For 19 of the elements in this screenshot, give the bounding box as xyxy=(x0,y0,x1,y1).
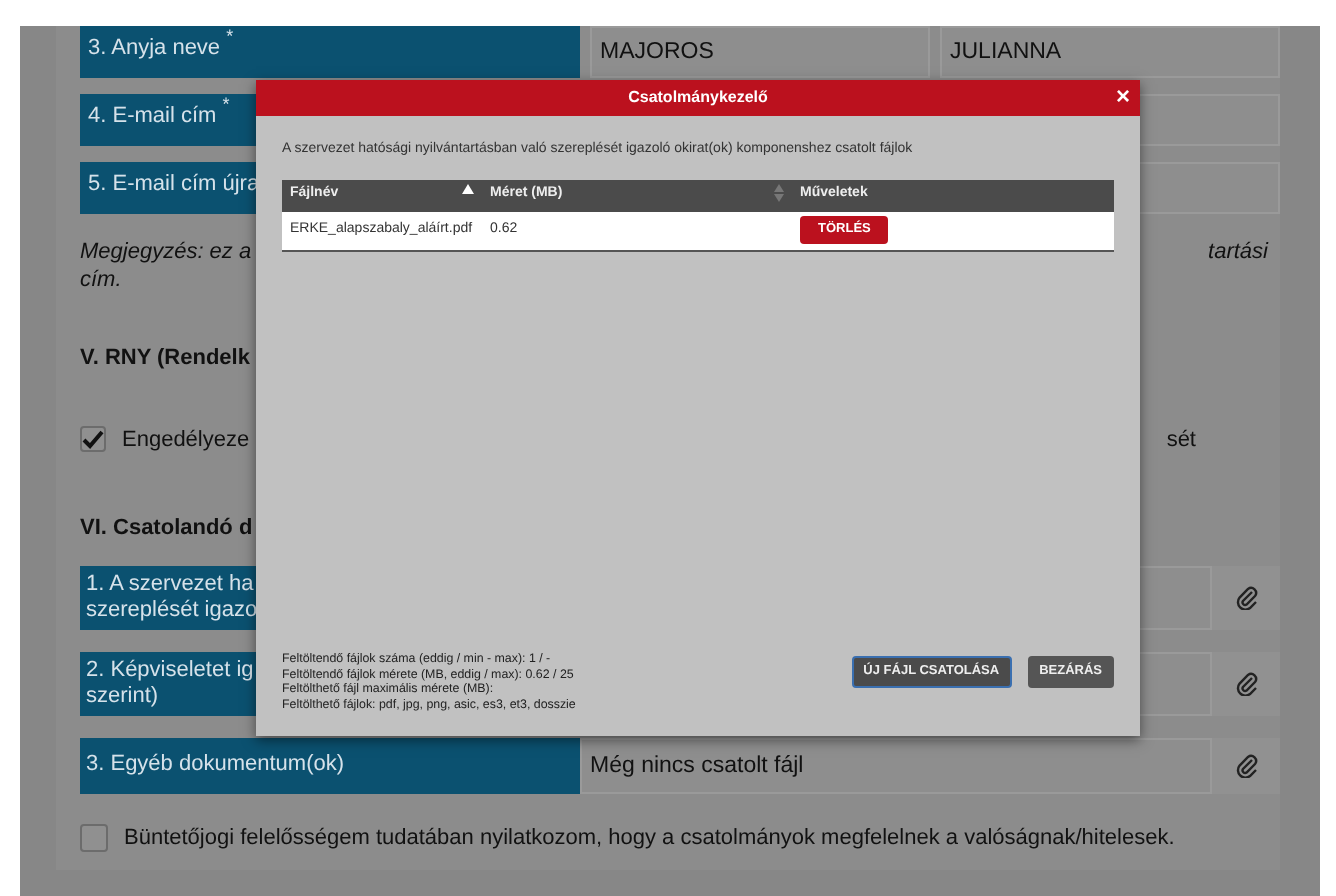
required-mark: * xyxy=(222,94,230,114)
note-text: cím. xyxy=(80,266,122,294)
checkbox-label: Büntetőjogi felelősségem tudatában nyilatkozom, hogy a csatolmányok megfelelnek a valóságnak/hitelesek. xyxy=(124,823,1175,853)
section-heading: VI. Csatolandó d xyxy=(80,514,253,544)
field-label: 3. Egyéb dokumentum(ok) xyxy=(86,752,345,778)
note-text: Megjegyzés: ez a xyxy=(80,238,252,266)
field-label: szerint) xyxy=(86,683,159,709)
field-label: 1. A szervezet ha xyxy=(86,571,254,597)
field-label: 3. Anyja neve xyxy=(88,36,221,60)
dialog-title: Csatolmánykezelő xyxy=(628,86,768,110)
field-label: 2. Képviseletet ig xyxy=(86,657,254,683)
checkbox-label: sét xyxy=(1166,425,1196,455)
checkbox-label: Engedélyeze xyxy=(122,425,250,455)
required-mark: * xyxy=(226,26,234,46)
input-field: Még nincs csatolt fájl xyxy=(580,737,1212,793)
field-label: szereplését igazo xyxy=(86,597,258,623)
note-text: tartási xyxy=(1208,238,1268,268)
field-label: 4. E-mail cím xyxy=(88,104,217,128)
section-heading: V. RNY (Rendelk xyxy=(80,344,250,374)
